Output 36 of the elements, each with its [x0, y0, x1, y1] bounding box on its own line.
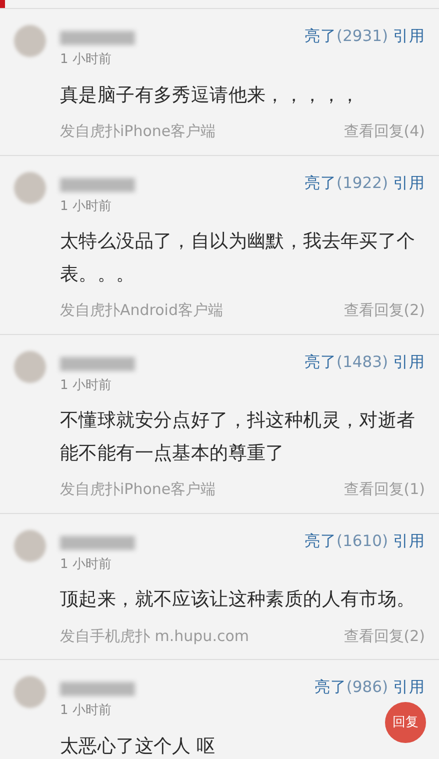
comment-time: 1 小时前	[60, 51, 112, 69]
comment-text: 太特么没品了，自以为幽默，我去年买了个表。。。	[60, 230, 416, 287]
comment-source: 发自虎扑iPhone客户端	[60, 479, 216, 500]
comment-time: 1 小时前	[60, 556, 112, 574]
comment-time: 1 小时前	[60, 198, 112, 216]
avatar[interactable]	[14, 350, 46, 383]
like-count: (1610)	[336, 532, 388, 550]
quote-link[interactable]: 引用	[393, 27, 425, 45]
comment-source: 发自虎扑iPhone客户端	[60, 121, 216, 142]
comment-source: 发自虎扑Android客户端	[60, 300, 223, 322]
tab-marker	[0, 0, 5, 8]
like-count: (2931)	[336, 27, 388, 45]
like-count: (986)	[346, 678, 388, 696]
avatar[interactable]	[14, 25, 46, 57]
comment-text: 太恶心了这个人 呕	[60, 734, 216, 759]
avatar[interactable]	[14, 172, 46, 204]
like-count: (1483)	[336, 352, 388, 371]
reply-button[interactable]: 回复	[385, 702, 426, 743]
like-link[interactable]: 亮了	[304, 27, 337, 45]
like-link[interactable]: 亮了	[304, 352, 337, 371]
like-count: (1922)	[336, 174, 388, 192]
quote-link[interactable]: 引用	[393, 352, 425, 371]
comment-time: 1 小时前	[60, 702, 112, 720]
quote-link[interactable]: 引用	[393, 174, 425, 192]
like-link[interactable]: 亮了	[314, 678, 346, 696]
comment-text: 不懂球就安分点好了，抖这种机灵，对逝者能不能有一点基本的尊重了	[60, 409, 416, 466]
comment-time: 1 小时前	[60, 376, 112, 395]
quote-link[interactable]: 引用	[393, 532, 425, 550]
like-link[interactable]: 亮了	[304, 174, 337, 192]
quote-link[interactable]: 引用	[393, 678, 425, 696]
comment-text: 顶起来，就不应该让这种素质的人有市场。	[60, 588, 416, 612]
avatar[interactable]	[14, 530, 46, 562]
comment-source: 发自手机虎扑 m.hupu.com	[60, 626, 249, 647]
comment-text: 真是脑子有多秀逗请他来，，，，，	[60, 84, 360, 108]
like-link[interactable]: 亮了	[304, 532, 337, 550]
avatar[interactable]	[14, 676, 46, 708]
